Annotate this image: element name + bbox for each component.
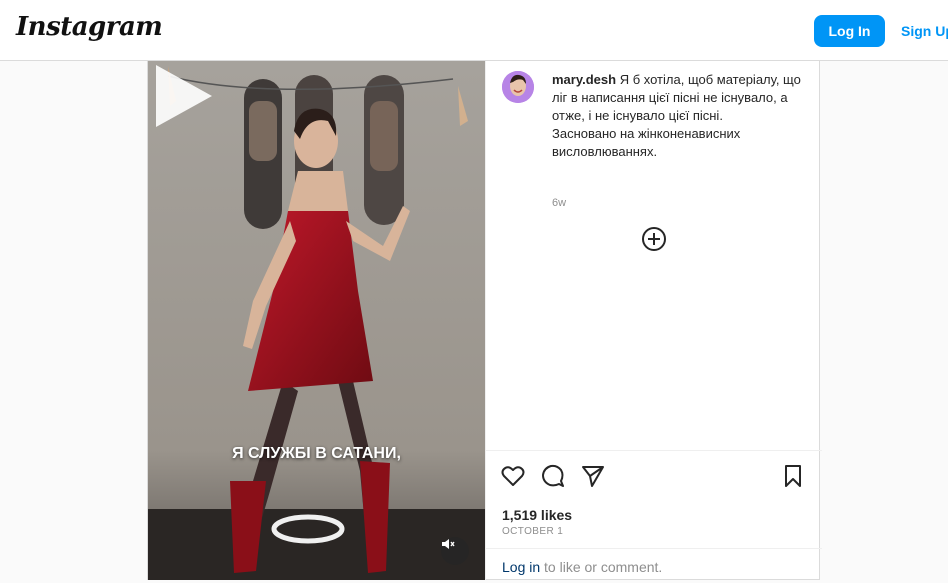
caption-text: mary.desh Я б хотіла, щоб матеріалу, що …: [552, 71, 802, 161]
login-button[interactable]: Log In: [814, 15, 885, 47]
post-video[interactable]: Я СЛУЖБІ В САТАНИ,: [148, 61, 485, 580]
video-caption-overlay: Я СЛУЖБІ В САТАНИ,: [232, 445, 401, 462]
post-date[interactable]: OCTOBER 1: [502, 526, 563, 537]
caption-time[interactable]: 6w: [552, 197, 566, 209]
instagram-logo[interactable]: Instagram: [16, 12, 163, 42]
post-container: Я СЛУЖБІ В САТАНИ, mary.desh Я б хотіла,…: [147, 61, 822, 580]
login-link[interactable]: Log in: [502, 559, 540, 575]
avatar-image: [502, 71, 534, 103]
mute-button[interactable]: [441, 537, 469, 565]
login-prompt: Log in to like or comment.: [502, 559, 662, 575]
video-frame: [148, 61, 485, 580]
avatar[interactable]: [502, 71, 534, 103]
username-link[interactable]: mary.desh: [552, 72, 616, 87]
divider: [486, 548, 822, 549]
share-icon[interactable]: [580, 463, 606, 489]
login-prompt-text: to like or comment.: [540, 559, 663, 575]
top-bar: Instagram Log In Sign Up: [0, 0, 948, 61]
signup-link[interactable]: Sign Up: [901, 23, 948, 39]
likes-count[interactable]: 1,519 likes: [502, 507, 572, 523]
muted-speaker-icon: [442, 539, 455, 549]
bookmark-icon[interactable]: [780, 463, 806, 489]
heart-icon[interactable]: [500, 463, 526, 489]
divider: [486, 450, 822, 451]
play-icon[interactable]: [148, 61, 218, 131]
plus-circle-icon[interactable]: [641, 226, 667, 252]
comment-icon[interactable]: [540, 463, 566, 489]
post-sidebar: mary.desh Я б хотіла, щоб матеріалу, що …: [485, 61, 822, 580]
